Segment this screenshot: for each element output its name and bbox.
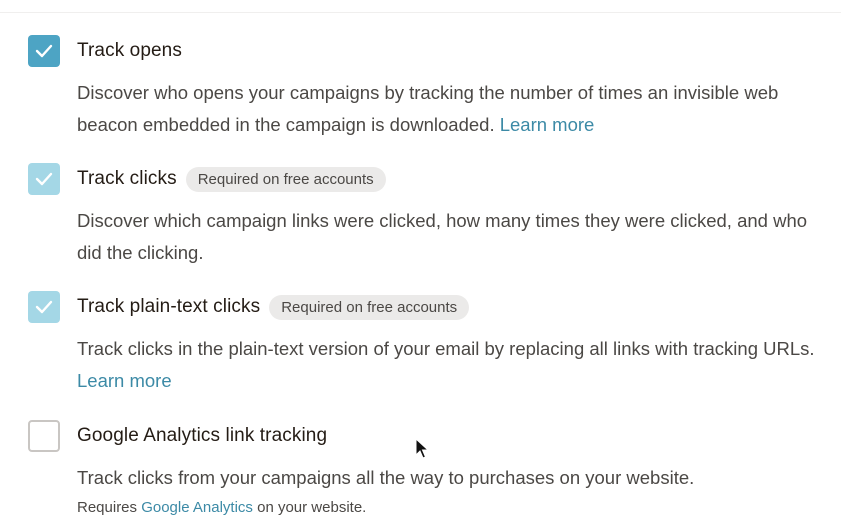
note-suffix: on your website. xyxy=(257,499,367,516)
option-header: Track clicks Required on free accounts xyxy=(28,162,828,196)
track-plain-text-clicks-label: Track plain-text clicks xyxy=(77,296,261,317)
required-badge: Required on free accounts xyxy=(185,166,386,192)
check-icon xyxy=(35,172,53,186)
check-icon xyxy=(35,300,53,314)
track-clicks-description: Discover which campaign links were click… xyxy=(77,210,808,263)
track-plain-text-clicks-description-text: Track clicks in the plain-text version o… xyxy=(77,338,815,359)
option-track-clicks: Track clicks Required on free accounts D… xyxy=(28,162,828,269)
option-google-analytics-tracking: Google Analytics link tracking Track cli… xyxy=(28,419,828,518)
option-header: Track opens xyxy=(28,34,828,68)
tracking-settings: Track opens Discover who opens your camp… xyxy=(0,0,841,522)
track-opens-checkbox[interactable] xyxy=(28,35,60,67)
track-opens-label: Track opens xyxy=(77,40,182,61)
track-opens-description-text: Discover who opens your campaigns by tra… xyxy=(77,82,779,135)
top-divider xyxy=(0,12,841,13)
check-icon xyxy=(35,44,53,58)
option-track-plain-text-clicks: Track plain-text clicks Required on free… xyxy=(28,290,828,397)
google-analytics-label: Google Analytics link tracking xyxy=(77,425,328,446)
note-prefix: Requires xyxy=(77,499,138,516)
track-plain-text-learn-more-link[interactable]: Learn more xyxy=(77,370,172,391)
track-opens-description: Discover who opens your campaigns by tra… xyxy=(77,77,828,141)
option-header: Track plain-text clicks Required on free… xyxy=(28,290,828,324)
track-plain-text-clicks-checkbox[interactable] xyxy=(28,291,60,323)
google-analytics-checkbox[interactable] xyxy=(28,420,60,452)
option-track-opens: Track opens Discover who opens your camp… xyxy=(28,34,828,141)
track-opens-learn-more-link[interactable]: Learn more xyxy=(500,114,595,135)
google-analytics-requirement-note: Requires Google Analytics on your websit… xyxy=(77,498,828,518)
track-clicks-label: Track clicks xyxy=(77,168,177,189)
required-badge: Required on free accounts xyxy=(269,294,470,320)
track-plain-text-clicks-description: Track clicks in the plain-text version o… xyxy=(77,333,828,397)
mouse-pointer-icon xyxy=(415,438,429,459)
google-analytics-link[interactable]: Google Analytics xyxy=(141,499,253,516)
track-clicks-checkbox[interactable] xyxy=(28,163,60,195)
google-analytics-description: Track clicks from your campaigns all the… xyxy=(77,467,695,488)
